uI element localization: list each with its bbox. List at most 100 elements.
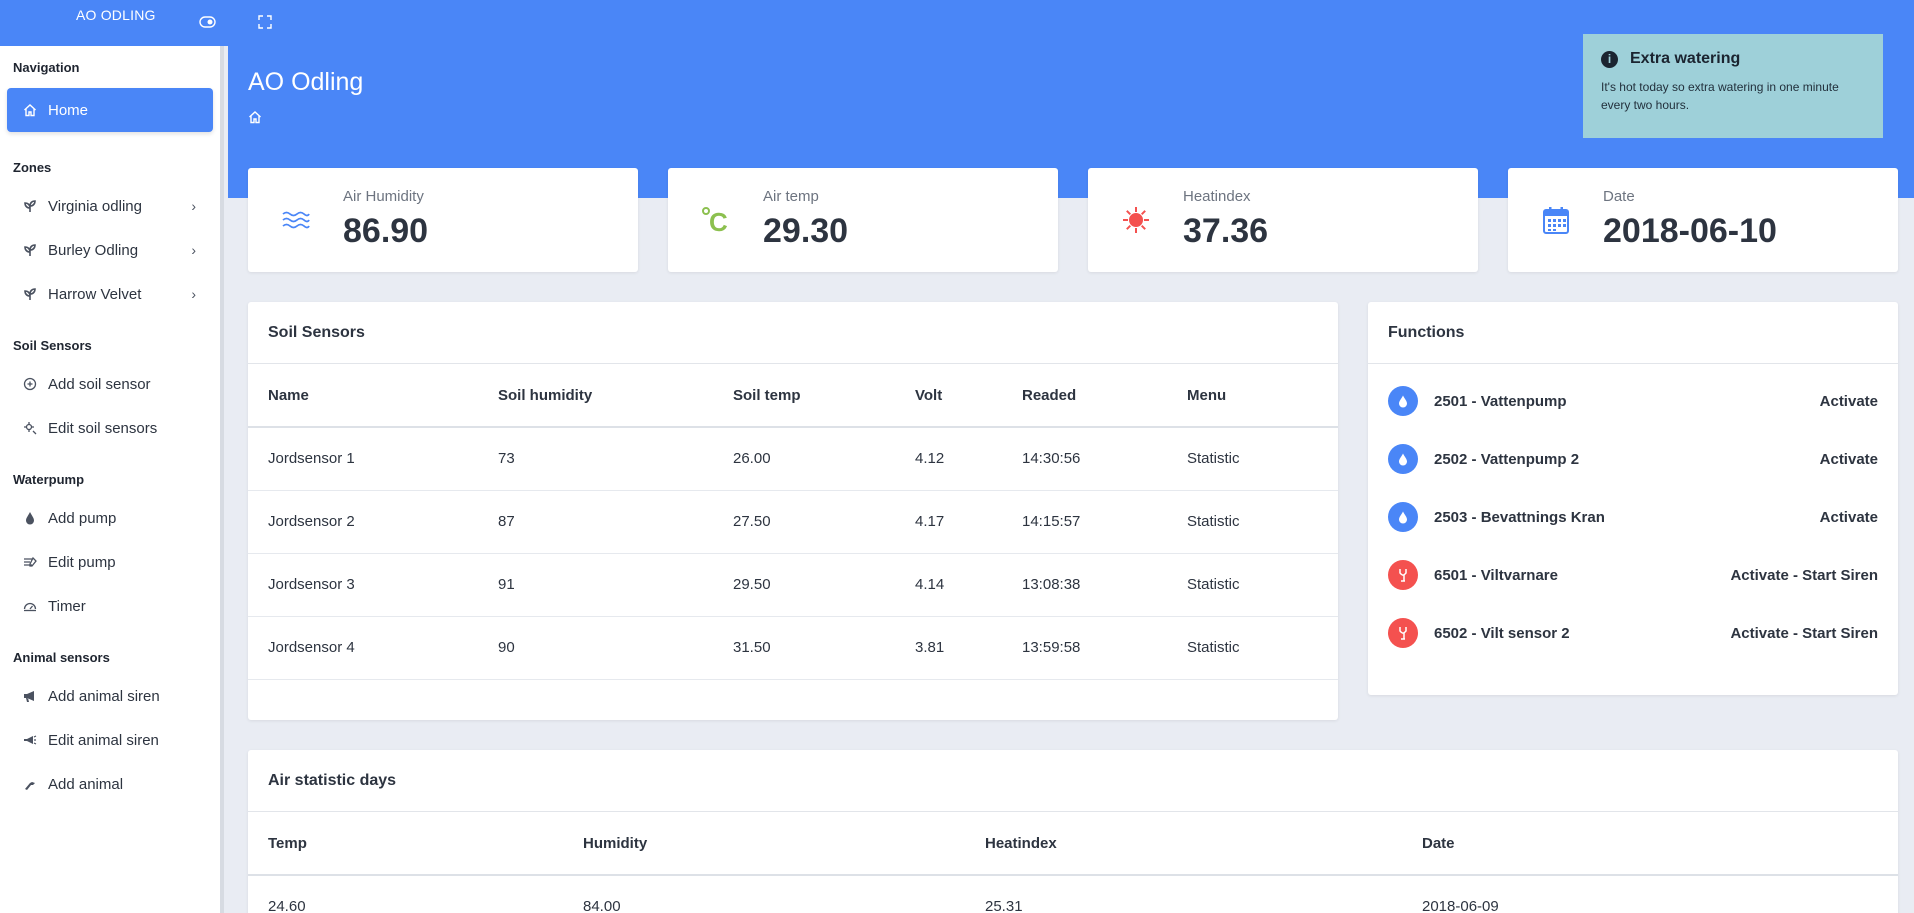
stat-label: Heatindex xyxy=(1183,188,1251,205)
sidebar: Navigation Home Zones Virginia odling › … xyxy=(0,46,224,913)
function-name: 2501 - Vattenpump xyxy=(1434,392,1567,410)
column-header: Volt xyxy=(895,364,1002,428)
section-waterpump: Waterpump xyxy=(13,472,85,487)
sidebar-item-label: Harrow Velvet xyxy=(48,285,142,303)
sidebar-item-add-soil-sensor[interactable]: Add soil sensor xyxy=(0,362,220,406)
stat-card-date: Date 2018-06-10 xyxy=(1508,168,1898,272)
soil-sensors-panel: Soil Sensors Name Soil humidity Soil tem… xyxy=(248,302,1338,720)
temp-cell: 24.60 xyxy=(248,875,563,913)
toggle-sidebar-icon[interactable] xyxy=(198,13,216,31)
column-header: Menu xyxy=(1167,364,1338,428)
column-header: Soil humidity xyxy=(478,364,713,428)
statistic-link[interactable]: Statistic xyxy=(1167,616,1338,680)
megaphone-edit-icon xyxy=(22,732,38,748)
humidity-cell: 84.00 xyxy=(563,875,965,913)
megaphone-icon xyxy=(22,688,38,704)
info-icon: i xyxy=(1601,50,1618,68)
sidebar-item-label: Edit animal siren xyxy=(48,731,159,749)
water-drop-icon xyxy=(22,510,38,526)
plant-icon xyxy=(22,286,38,302)
brand-name[interactable]: AO ODLING xyxy=(76,7,156,23)
plant-icon xyxy=(22,242,38,258)
readed-time: 14:30:56 xyxy=(1002,427,1167,491)
toast-title: Extra watering xyxy=(1630,50,1741,67)
plus-circle-icon xyxy=(22,376,38,392)
statistic-link[interactable]: Statistic xyxy=(1167,427,1338,491)
sidebar-item-virginia[interactable]: Virginia odling › xyxy=(0,184,220,228)
water-waves-icon xyxy=(280,204,312,236)
activate-button[interactable]: Activate xyxy=(1820,393,1878,410)
function-name: 2503 - Bevattnings Kran xyxy=(1434,508,1605,526)
soil-temp: 26.00 xyxy=(713,427,895,491)
page-title: AO Odling xyxy=(248,68,364,96)
statistic-link[interactable]: Statistic xyxy=(1167,553,1338,617)
table-header-row: Name Soil humidity Soil temp Volt Readed… xyxy=(248,364,1338,428)
sensor-name: Jordsensor 2 xyxy=(248,490,478,554)
heatindex-cell: 25.31 xyxy=(965,875,1402,913)
stat-card-air-humidity: Air Humidity 86.90 xyxy=(248,168,638,272)
column-header: Heatindex xyxy=(965,812,1402,876)
stat-value: 29.30 xyxy=(763,212,849,250)
function-item: 2502 - Vattenpump 2 Activate xyxy=(1368,430,1898,488)
readed-time: 14:15:57 xyxy=(1002,490,1167,554)
calendar-icon xyxy=(1540,204,1572,236)
stat-label: Air Humidity xyxy=(343,188,424,205)
sidebar-item-label: Virginia odling xyxy=(48,197,142,215)
soil-sensors-table: Name Soil humidity Soil temp Volt Readed… xyxy=(248,364,1338,680)
function-item: 6501 - Viltvarnare Activate - Start Sire… xyxy=(1368,546,1898,604)
sidebar-item-edit-soil-sensors[interactable]: Edit soil sensors xyxy=(0,406,220,450)
sidebar-item-add-animal-siren[interactable]: Add animal siren xyxy=(0,674,220,718)
sidebar-item-label: Add animal xyxy=(48,775,124,793)
sidebar-item-edit-pump[interactable]: Edit pump xyxy=(0,540,220,584)
table-row: Jordsensor 4 90 31.50 3.81 13:59:58 Stat… xyxy=(248,616,1338,680)
activate-siren-button[interactable]: Activate - Start Siren xyxy=(1730,567,1878,584)
stat-label: Air temp xyxy=(763,188,819,205)
activate-button[interactable]: Activate xyxy=(1820,451,1878,468)
soil-temp: 27.50 xyxy=(713,490,895,554)
water-drop-icon xyxy=(1388,444,1418,474)
functions-panel: Functions 2501 - Vattenpump Activate 250… xyxy=(1368,302,1898,695)
column-header: Soil temp xyxy=(713,364,895,428)
activate-button[interactable]: Activate xyxy=(1820,509,1878,526)
sidebar-item-label: Edit soil sensors xyxy=(48,419,158,437)
notification-toast[interactable]: i Extra watering It's hot today so extra… xyxy=(1583,34,1883,138)
deer-icon xyxy=(1388,560,1418,590)
soil-temp: 31.50 xyxy=(713,616,895,680)
sensor-name: Jordsensor 3 xyxy=(248,553,478,617)
sidebar-item-label: Edit pump xyxy=(48,553,116,571)
column-header: Readed xyxy=(1002,364,1167,428)
sidebar-item-harrow[interactable]: Harrow Velvet › xyxy=(0,272,220,316)
panel-title: Functions xyxy=(1368,302,1898,364)
stat-label: Date xyxy=(1603,188,1635,205)
activate-siren-button[interactable]: Activate - Start Siren xyxy=(1730,625,1878,642)
volt: 3.81 xyxy=(895,616,1002,680)
air-statistic-table: Temp Humidity Heatindex Date 24.60 84.00… xyxy=(248,812,1898,913)
soil-humidity: 87 xyxy=(478,490,713,554)
soil-humidity: 91 xyxy=(478,553,713,617)
readed-time: 13:59:58 xyxy=(1002,616,1167,680)
readed-time: 13:08:38 xyxy=(1002,553,1167,617)
statistic-link[interactable]: Statistic xyxy=(1167,490,1338,554)
sidebar-item-edit-animal-siren[interactable]: Edit animal siren xyxy=(0,718,220,762)
breadcrumb-home-icon[interactable] xyxy=(248,110,262,124)
sidebar-item-add-pump[interactable]: Add pump xyxy=(0,496,220,540)
table-header-row: Temp Humidity Heatindex Date xyxy=(248,812,1898,876)
sidebar-item-add-animal[interactable]: Add animal xyxy=(0,762,220,806)
toast-message: It's hot today so extra watering in one … xyxy=(1601,80,1839,112)
soil-humidity: 90 xyxy=(478,616,713,680)
plant-icon xyxy=(22,198,38,214)
fullscreen-icon[interactable] xyxy=(256,13,274,31)
sidebar-item-timer[interactable]: Timer xyxy=(0,584,220,628)
sidebar-item-home[interactable]: Home xyxy=(7,88,213,132)
column-header: Name xyxy=(248,364,478,428)
table-row: Jordsensor 1 73 26.00 4.12 14:30:56 Stat… xyxy=(248,427,1338,491)
celsius-icon: C xyxy=(700,204,732,236)
date-cell: 2018-06-09 xyxy=(1402,875,1898,913)
stat-value: 86.90 xyxy=(343,212,429,250)
sidebar-item-label: Timer xyxy=(48,597,86,615)
function-name: 6502 - Vilt sensor 2 xyxy=(1434,624,1570,642)
sidebar-item-burley[interactable]: Burley Odling › xyxy=(0,228,220,272)
section-navigation: Navigation xyxy=(13,60,80,75)
soil-humidity: 73 xyxy=(478,427,713,491)
chevron-right-icon: › xyxy=(191,198,196,214)
